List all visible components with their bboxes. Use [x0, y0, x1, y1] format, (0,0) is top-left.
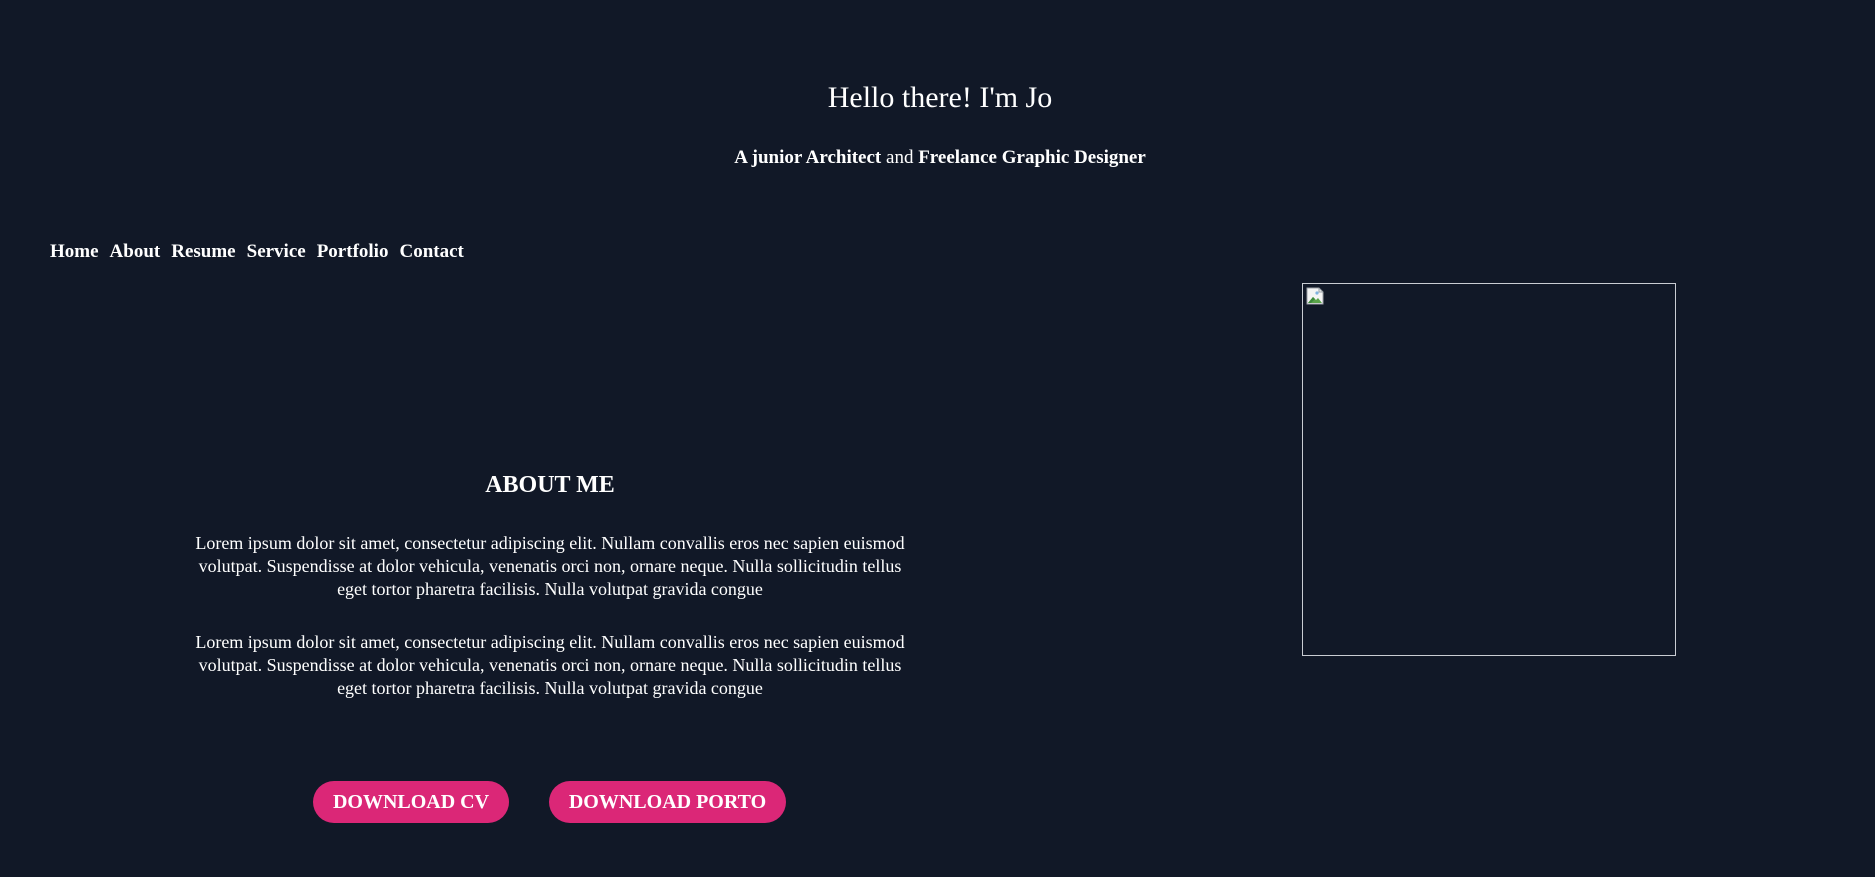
role-designer: Freelance Graphic Designer — [918, 147, 1146, 168]
download-cv-button[interactable]: DOWNLOAD CV — [313, 781, 509, 823]
page: Hello there! I'm Jo A junior Architect a… — [0, 0, 1875, 877]
hero-subtitle: A junior Architect and Freelance Graphic… — [0, 146, 1875, 170]
nav-home[interactable]: Home — [50, 240, 99, 264]
about-paragraph-1: Lorem ipsum dolor sit amet, consectetur … — [195, 533, 905, 599]
nav-resume[interactable]: Resume — [171, 240, 235, 264]
nav-contact[interactable]: Contact — [399, 240, 463, 264]
nav-portfolio[interactable]: Portfolio — [317, 240, 389, 264]
about-heading: ABOUT ME — [485, 472, 615, 498]
about-paragraph-2: Lorem ipsum dolor sit amet, consectetur … — [195, 632, 905, 698]
subtitle-connector: and — [886, 147, 914, 168]
profile-image — [1302, 283, 1676, 656]
main-nav: Home About Resume Service Portfolio Cont… — [50, 240, 464, 264]
hero-title: Hello there! I'm Jo — [827, 81, 1053, 114]
nav-service[interactable]: Service — [247, 240, 306, 264]
role-architect: A junior Architect — [734, 147, 882, 168]
download-porto-button[interactable]: DOWNLOAD PORTO — [549, 781, 786, 823]
broken-image-icon — [1306, 287, 1324, 305]
nav-about[interactable]: About — [110, 240, 161, 264]
